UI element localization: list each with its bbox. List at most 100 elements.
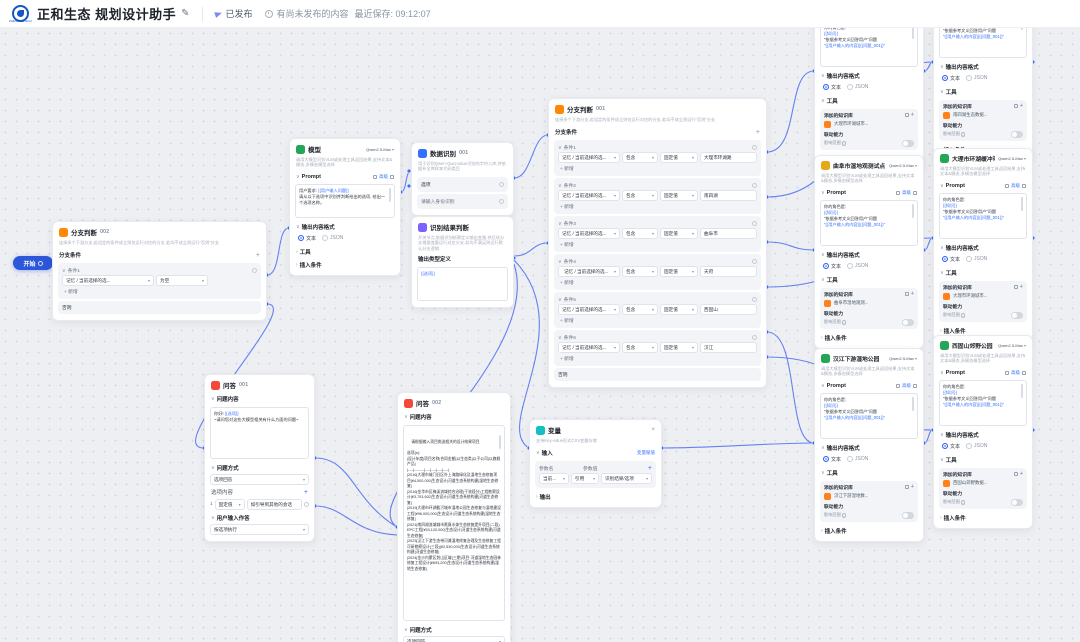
user-input-mode-select[interactable]: 按选项执行▾ bbox=[210, 524, 309, 535]
settings-icon[interactable] bbox=[905, 292, 909, 296]
add-kb-icon[interactable]: + bbox=[911, 484, 914, 490]
type-select[interactable]: 固定值▾ bbox=[660, 304, 698, 315]
tools-section[interactable]: 工具 bbox=[827, 469, 838, 477]
model-select[interactable]: Qwen2.5-Max▾ bbox=[889, 356, 917, 361]
scrollbar[interactable] bbox=[912, 397, 914, 411]
branch-node-002[interactable]: 分支判断 002 连接多个下游分支,若设定的条件成立则仅运行对应的分支,若均不成… bbox=[52, 221, 267, 321]
param-value-select[interactable]: 识别结果/选项▾ bbox=[601, 473, 652, 484]
scope-toggle[interactable] bbox=[902, 512, 914, 519]
condition-settings-icon[interactable] bbox=[752, 335, 757, 340]
output-section-label[interactable]: 输出 bbox=[540, 493, 551, 501]
start-node[interactable]: 开始 bbox=[13, 256, 53, 270]
branch-node-001[interactable]: 分支判断 001 连接多个下游分支,若设定的条件成立则仅运行对应的分支,若均不成… bbox=[548, 98, 767, 388]
operator-select[interactable]: 包含▾ bbox=[622, 342, 658, 353]
add-row-button[interactable]: + 新增 bbox=[558, 240, 757, 249]
llm-node-b-bot[interactable]: 西固山郊野公园 Qwen2.5-Max▾ 调用大模型识别VLM或处理工具返回结果… bbox=[933, 335, 1033, 529]
more-icon[interactable] bbox=[390, 175, 394, 179]
insert-condition-section[interactable]: 插入条件 bbox=[825, 527, 847, 535]
insert-condition-section[interactable]: 插入条件 bbox=[944, 514, 966, 522]
add-param-icon[interactable]: + bbox=[648, 465, 652, 472]
scrollbar[interactable] bbox=[912, 204, 914, 218]
format-text-radio[interactable]: 文本 bbox=[823, 263, 841, 270]
model-select[interactable]: Qwen2.5-Max▾ bbox=[889, 163, 917, 168]
result-judge-node[interactable]: 识别结果判断 开关节点,依据识别结果定义输出变量,供后续分支根据变量运行对应分支… bbox=[411, 216, 514, 308]
format-text-radio[interactable]: 文本 bbox=[298, 235, 316, 242]
condition-value-input[interactable]: 汉江 bbox=[700, 342, 757, 353]
question-textarea[interactable]: 你好! {{选项}} ~请问您对这些大模型相关有什么方面的问题~ bbox=[210, 407, 309, 459]
data-recognition-node[interactable]: 数据识别 001 用于识别Qwen-Qwq-value识别的字符入库,并依据补全… bbox=[411, 142, 514, 216]
question-mode-select[interactable]: 选项回答▾ bbox=[210, 474, 309, 485]
input-field[interactable]: 选项 bbox=[421, 181, 431, 188]
tools-section[interactable]: 工具 bbox=[300, 248, 311, 256]
prompt-textarea[interactable]: 你的角色是: {{知识}} “依据参考文义回答用户”问题 “{{用户输入的内容}… bbox=[820, 393, 918, 439]
add-row-button[interactable]: + 新增 bbox=[62, 287, 257, 296]
knowledge-base-item[interactable]: 汉江下游湿地数... bbox=[834, 493, 868, 499]
add-kb-icon[interactable]: + bbox=[911, 291, 914, 297]
type-select[interactable]: 固定值▾ bbox=[660, 228, 698, 239]
scope-toggle[interactable] bbox=[902, 140, 914, 147]
format-text-radio[interactable]: 文本 bbox=[823, 84, 841, 91]
advanced-link[interactable]: 高级 bbox=[902, 383, 911, 389]
tools-section[interactable]: 工具 bbox=[946, 88, 957, 96]
condition-settings-icon[interactable] bbox=[752, 259, 757, 264]
type-select[interactable]: 固定值▾ bbox=[660, 152, 698, 163]
qa-node-001[interactable]: 问答 001 ∨问题内容 你好! {{选项}} ~请问您对这些大模型相关有什么方… bbox=[204, 374, 315, 542]
scrollbar[interactable] bbox=[1021, 28, 1023, 30]
add-option-icon[interactable]: + bbox=[304, 489, 308, 496]
type-select[interactable]: 固定值▾ bbox=[660, 342, 698, 353]
scope-toggle[interactable] bbox=[1011, 312, 1023, 319]
tools-section[interactable]: 工具 bbox=[827, 276, 838, 284]
settings-icon[interactable] bbox=[905, 113, 909, 117]
settings-icon[interactable] bbox=[1014, 285, 1018, 289]
knowledge-base-item[interactable]: 大理市环湖城市... bbox=[953, 293, 987, 299]
condition-settings-icon[interactable] bbox=[252, 268, 257, 273]
condition-value-input[interactable]: 南四湖 bbox=[700, 190, 757, 201]
input-placeholder[interactable]: 请输入身份识别 bbox=[421, 198, 455, 205]
field-settings-icon[interactable] bbox=[499, 199, 504, 204]
expand-icon[interactable] bbox=[373, 175, 377, 179]
field-select[interactable]: 记忆 / 当前选择的选...▾ bbox=[558, 190, 620, 201]
settings-icon[interactable] bbox=[1014, 104, 1018, 108]
model-node[interactable]: 模型 Qwen2.5-Max ▾ 调用大模型识别VLM或处理工具返回结果,支持文… bbox=[289, 138, 401, 276]
param-name-select[interactable]: 当前...▾ bbox=[539, 473, 569, 484]
knowledge-base-item[interactable]: 曲阜市湿地观测... bbox=[834, 300, 868, 306]
output-type-box[interactable]: {{选项}} bbox=[417, 267, 508, 301]
field-select[interactable]: 记忆 / 当前选择的选... ▾ bbox=[62, 275, 154, 286]
scrollbar[interactable] bbox=[389, 188, 391, 202]
option-value-input[interactable]: 如引导到其他的会话 bbox=[247, 499, 302, 510]
tools-section[interactable]: 工具 bbox=[827, 97, 838, 105]
condition-value-input[interactable]: 天府 bbox=[700, 266, 757, 277]
model-select[interactable]: Qwen2.5-Max ▾ bbox=[366, 147, 394, 152]
condition-value-input[interactable]: 西固山 bbox=[700, 304, 757, 315]
add-row-button[interactable]: + 新增 bbox=[558, 354, 757, 363]
prompt-textarea[interactable]: 你的角色是: {{知识}} “依据参考文义回答用户”问题 “{{用户输入的内容}… bbox=[820, 200, 918, 246]
edit-title-icon[interactable]: ✎ bbox=[181, 8, 189, 19]
format-text-radio[interactable]: 文本 bbox=[942, 256, 960, 263]
add-row-button[interactable]: + 新增 bbox=[558, 316, 757, 325]
field-select[interactable]: 记忆 / 当前选择的选...▾ bbox=[558, 342, 620, 353]
add-kb-icon[interactable]: + bbox=[1020, 103, 1023, 109]
format-json-radio[interactable]: JSON bbox=[847, 263, 868, 269]
format-json-radio[interactable]: JSON bbox=[847, 84, 868, 90]
close-icon[interactable]: × bbox=[651, 427, 655, 433]
operator-select[interactable]: 包含▾ bbox=[622, 304, 658, 315]
format-json-radio[interactable]: JSON bbox=[847, 456, 868, 462]
insert-condition-section[interactable]: 插入条件 bbox=[944, 327, 966, 335]
scrollbar[interactable] bbox=[1021, 197, 1023, 211]
prompt-textarea[interactable]: 你的角色是: {{知识}} “依据参考文义回答用户”问题 “{{用户输入的内容}… bbox=[939, 380, 1027, 426]
operator-select[interactable]: 包含▾ bbox=[622, 228, 658, 239]
prompt-textarea[interactable]: 用户要求: {{用户输入问题}} 请从以下选项中识别并判断给出的选项, 给出一 … bbox=[295, 184, 395, 218]
advanced-link[interactable]: 高级 bbox=[379, 174, 388, 180]
add-row-button[interactable]: + 新增 bbox=[558, 278, 757, 287]
advanced-link[interactable]: 高级 bbox=[1011, 370, 1020, 376]
condition-settings-icon[interactable] bbox=[752, 221, 757, 226]
operator-select[interactable]: 包含▾ bbox=[622, 190, 658, 201]
llm-node-b-top[interactable]: Qwen2.5-Max▾ 调用大模型识别VLM或处理工具返回结果,支持文本&模态… bbox=[933, 28, 1033, 161]
llm-node-a-bot[interactable]: 汉江下游湿地公园 Qwen2.5-Max▾ 调用大模型识别VLM或处理工具返回结… bbox=[814, 348, 924, 542]
add-kb-icon[interactable]: + bbox=[1020, 284, 1023, 290]
type-select[interactable]: 固定值▾ bbox=[660, 190, 698, 201]
field-select[interactable]: 记忆 / 当前选择的选...▾ bbox=[558, 266, 620, 277]
settings-icon[interactable] bbox=[905, 485, 909, 489]
more-icon[interactable] bbox=[1022, 184, 1026, 188]
insert-condition-section[interactable]: 插入条件 bbox=[825, 334, 847, 342]
